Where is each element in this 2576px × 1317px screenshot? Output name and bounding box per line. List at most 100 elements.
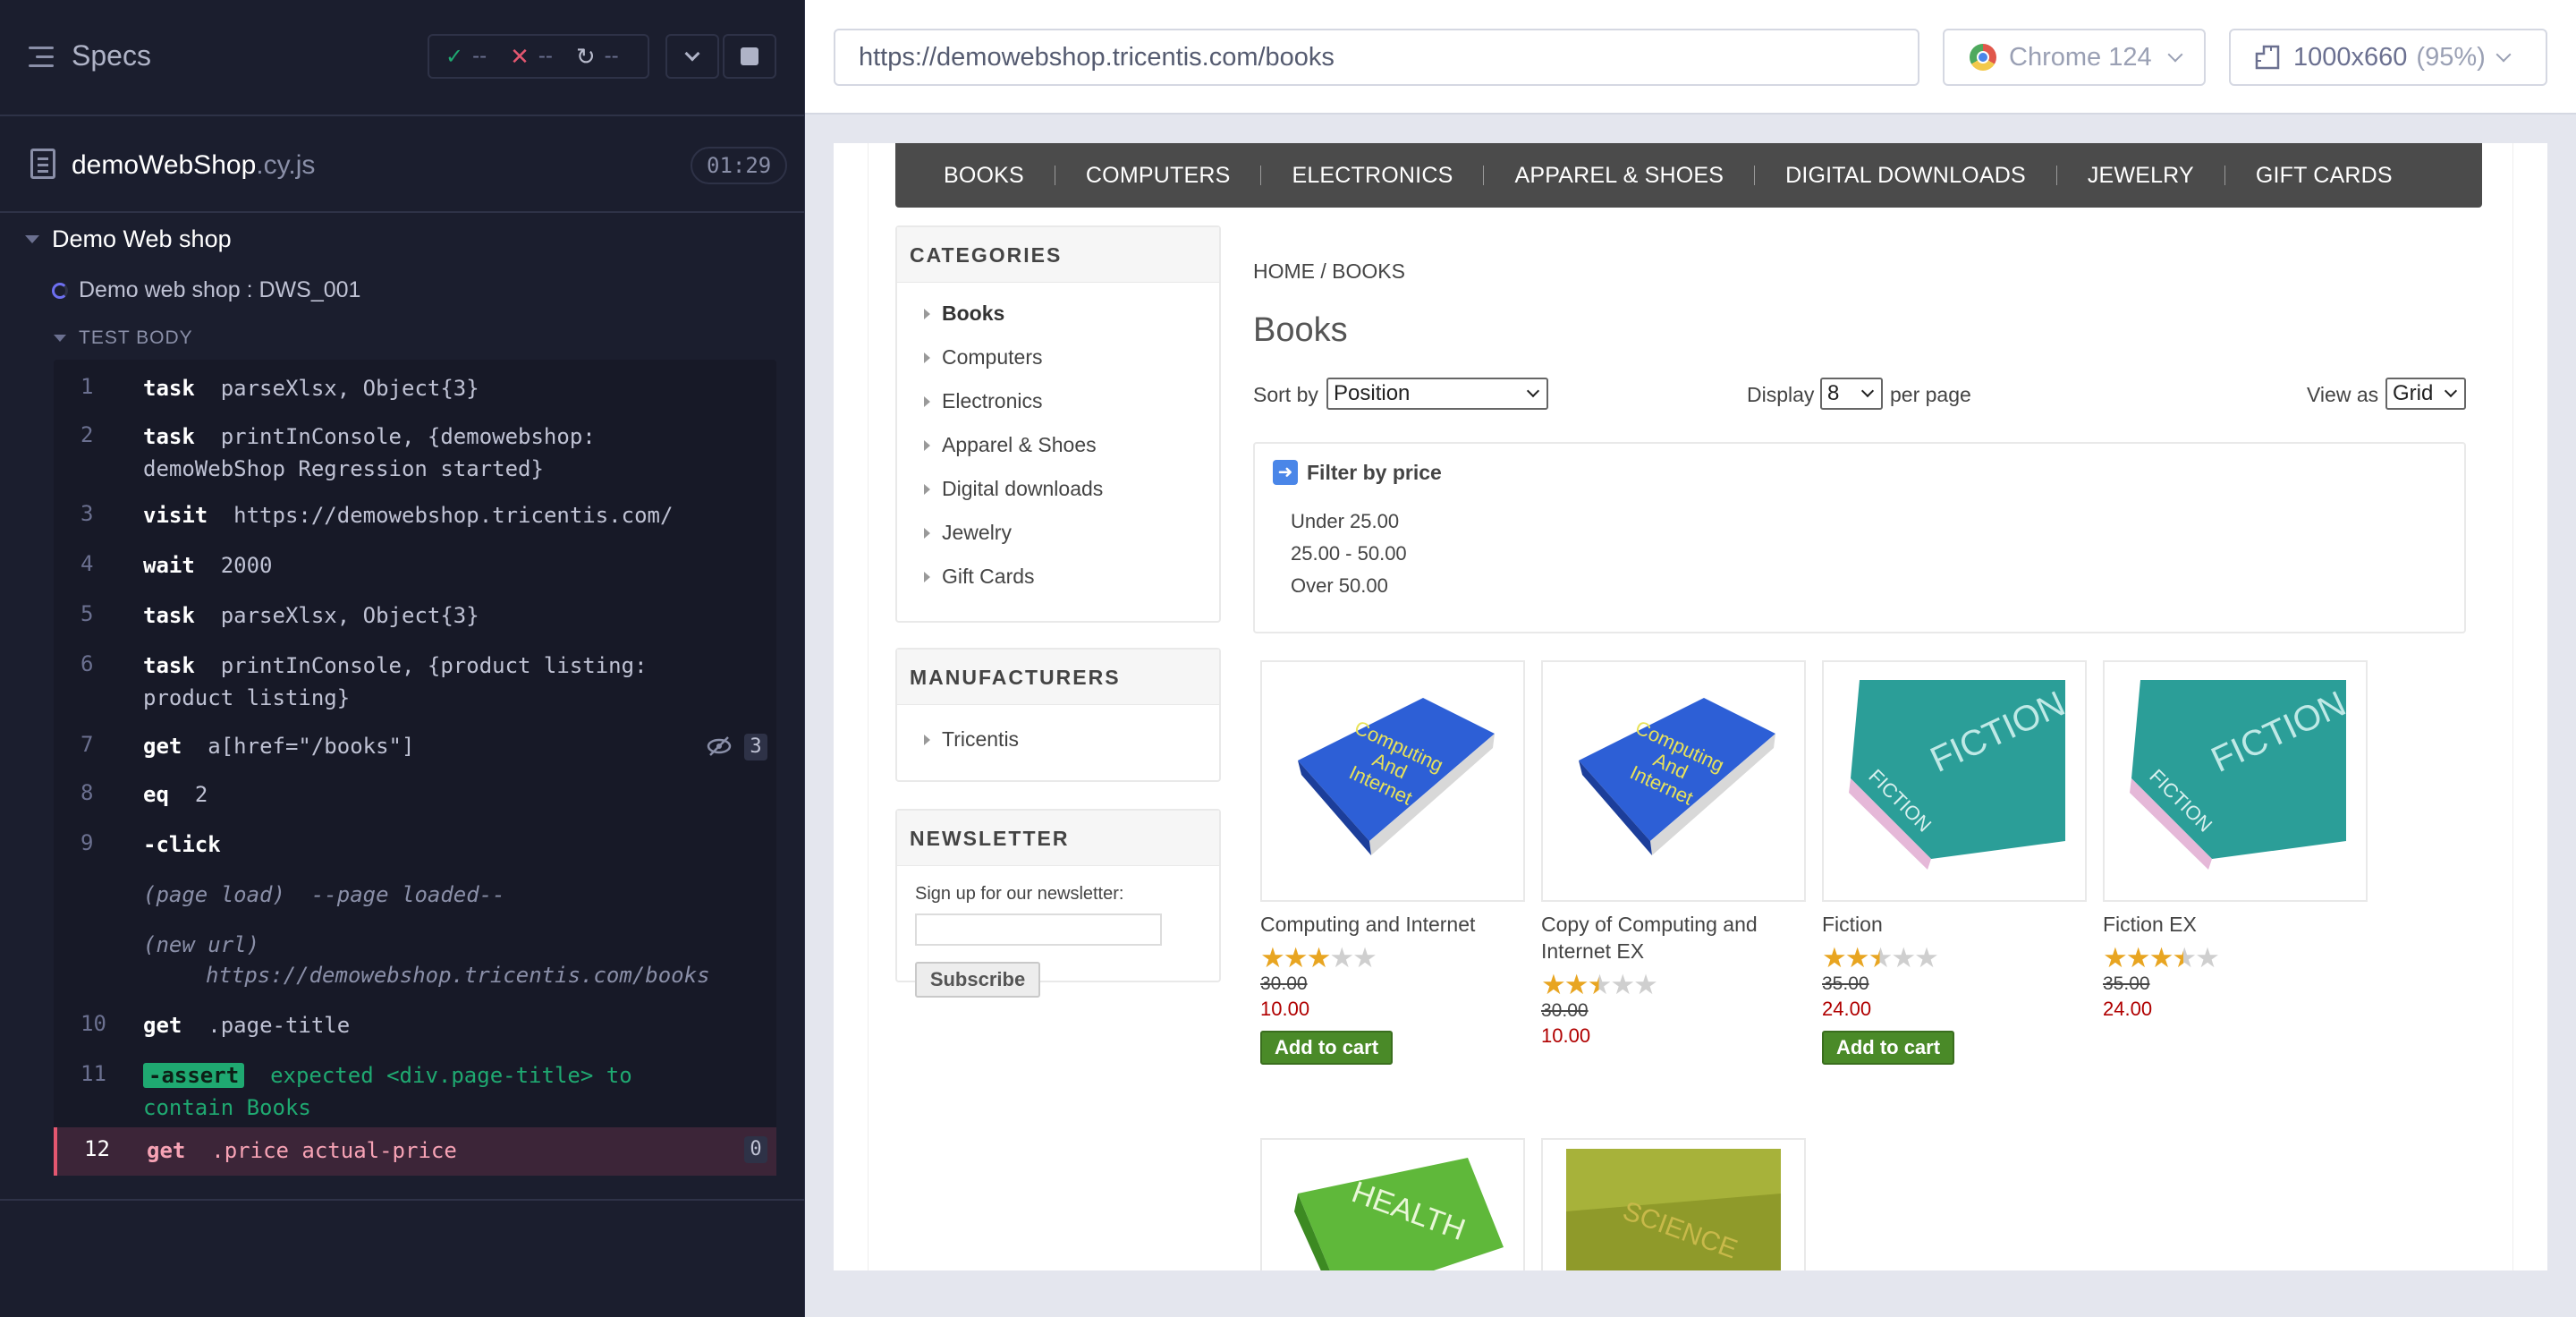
price-filter: ➜ Filter by price Under 25.00 25.00 - 50… [1253,442,2466,633]
subscribe-button[interactable]: Subscribe [915,962,1040,998]
breadcrumb: HOME / BOOKS [1253,259,1405,284]
failed-stat: ✕ -- [510,43,553,71]
product-item: HEALTH [1260,1138,1525,1270]
category-jewelry[interactable]: Jewelry [897,511,1219,555]
suite-title-text: Demo Web shop [52,225,232,252]
product-rating: ★★★★★ [1822,942,1939,973]
viewport-size: 1000x660 [2293,42,2408,72]
sort-label: Sort by [1253,383,1318,406]
product-title[interactable]: Computing and Internet [1260,911,1525,938]
eye-slash-icon [707,736,732,756]
website-viewport: BOOKS COMPUTERS ELECTRONICS APPAREL & SH… [834,143,2547,1270]
menu-item-gift-cards[interactable]: GIFT CARDS [2225,163,2423,189]
product-title[interactable]: Fiction [1822,911,2087,938]
product-image[interactable]: ComputingAndInternet [1541,660,1806,902]
product-image[interactable]: FICTION FICTION [1822,660,2087,902]
command-row[interactable]: 5 task parseXlsx, Object{3} [54,594,776,639]
command-row[interactable]: 6 task printInConsole, {product listing:… [54,644,776,719]
product-title[interactable]: Copy of Computing and Internet EX [1541,911,1806,964]
view-mode-select[interactable]: Grid [2385,378,2466,410]
command-row[interactable]: 7 get a[href="/books"] 3 [54,725,776,769]
command-row-active[interactable]: 12 get .price actual-price 0 [54,1127,776,1176]
menu-item-apparel[interactable]: APPAREL & SHOES [1484,163,1754,189]
command-event-row[interactable]: (new url) https://demowebshop.tricentis.… [54,923,776,998]
category-apparel[interactable]: Apparel & Shoes [897,423,1219,467]
command-row[interactable]: 3 visit https://demowebshop.tricentis.co… [54,494,776,539]
command-message: parseXlsx, Object{3} [220,376,479,401]
price-range-over-50[interactable]: Over 50.00 [1291,574,1388,598]
breadcrumb-current: BOOKS [1332,259,1405,283]
ruler-icon [2255,45,2280,70]
command-log: 1 task parseXlsx, Object{3} 2 task print… [54,360,776,1176]
price-range-under-25[interactable]: Under 25.00 [1291,510,1399,533]
book-cover-image: FICTION FICTION [2126,680,2351,870]
category-gift-cards[interactable]: Gift Cards [897,555,1219,599]
price-range-25-50[interactable]: 25.00 - 50.00 [1291,542,1407,565]
collapse-button[interactable] [665,34,719,79]
assert-row[interactable]: 11 -assert expected <div.page-title> to … [54,1054,776,1129]
url-bar[interactable]: https://demowebshop.tricentis.com/books [834,29,1919,86]
category-books[interactable]: Books [897,292,1219,336]
add-to-cart-button[interactable]: Add to cart [1260,1031,1393,1065]
add-to-cart-button[interactable]: Add to cart [1822,1031,1954,1065]
manufacturer-tricentis[interactable]: Tricentis [897,718,1219,761]
suite-title[interactable]: Demo Web shop [25,225,232,253]
menu-item-computers[interactable]: COMPUTERS [1055,163,1261,189]
assert-badge: -assert [143,1063,245,1088]
category-digital-downloads[interactable]: Digital downloads [897,467,1219,511]
spec-file-name[interactable]: demoWebShop.cy.js [72,150,315,181]
command-number: 3 [80,501,94,526]
product-item: FICTION FICTION Fiction EX ★★★★★ 35.00 2… [2103,660,2368,1022]
chevron-down-icon [2496,47,2512,63]
command-row[interactable]: 4 wait 2000 [54,544,776,589]
breadcrumb-home[interactable]: HOME [1253,259,1315,283]
specs-list-icon[interactable] [29,43,57,72]
product-image[interactable]: HEALTH [1260,1138,1525,1270]
product-rating: ★★★★★ [1541,969,1658,1000]
product-title[interactable]: Fiction EX [2103,911,2368,938]
test-title[interactable]: Demo web shop : DWS_001 [52,277,360,303]
failed-count: -- [538,44,553,68]
command-row[interactable]: 1 task parseXlsx, Object{3} [54,367,776,412]
viewport-selector[interactable]: 1000x660 (95%) [2229,29,2547,86]
category-electronics[interactable]: Electronics [897,379,1219,423]
book-cover-image: FICTION FICTION [1845,680,2071,870]
sort-select[interactable]: Position [1326,378,1548,410]
pending-icon: ↻ [575,42,596,70]
newsletter-email-input[interactable] [915,913,1162,946]
old-price: 30.00 [1541,1000,1589,1021]
specs-label[interactable]: Specs [72,39,151,72]
category-computers[interactable]: Computers [897,336,1219,379]
check-icon: ✓ [445,44,464,69]
command-row[interactable]: 9 -click [54,823,776,868]
page-size-select[interactable]: 8 [1820,378,1883,410]
command-row[interactable]: 8 eq 2 [54,773,776,818]
product-image[interactable]: FICTION FICTION [2103,660,2368,902]
menu-item-digital-downloads[interactable]: DIGITAL DOWNLOADS [1755,163,2056,189]
menu-item-jewelry[interactable]: JEWELRY [2057,163,2224,189]
test-body-section[interactable]: TEST BODY [54,327,193,349]
event-name: (new url) [143,932,260,957]
command-number: 1 [80,374,94,399]
chevron-down-icon [684,46,700,62]
cross-icon: ✕ [510,42,530,70]
menu-item-books[interactable]: BOOKS [913,163,1055,189]
command-name: task [143,653,195,678]
newsletter-block: NEWSLETTER Sign up for our newsletter: S… [895,809,1221,998]
passed-count: -- [472,44,487,68]
command-event-row[interactable]: (page load) --page loaded-- [54,873,776,918]
product-image[interactable]: ComputingAndInternet [1260,660,1525,902]
command-name: eq [143,782,169,807]
command-number: 12 [84,1136,110,1161]
browser-selector[interactable]: Chrome 124 [1943,29,2206,86]
spec-duration: 01:29 [691,147,788,184]
command-message: parseXlsx, Object{3} [220,603,479,628]
command-row[interactable]: 2 task printInConsole, {demowebshop: dem… [54,415,776,490]
display-label: Display [1747,383,1815,406]
menu-item-electronics[interactable]: ELECTRONICS [1261,163,1483,189]
stop-button[interactable] [723,34,776,79]
sort-value: Position [1334,381,1411,405]
command-row[interactable]: 10 get .page-title [54,1004,776,1049]
product-image[interactable]: SCIENCE [1541,1138,1806,1270]
book-cover-image: SCIENCE [1566,1149,1781,1270]
